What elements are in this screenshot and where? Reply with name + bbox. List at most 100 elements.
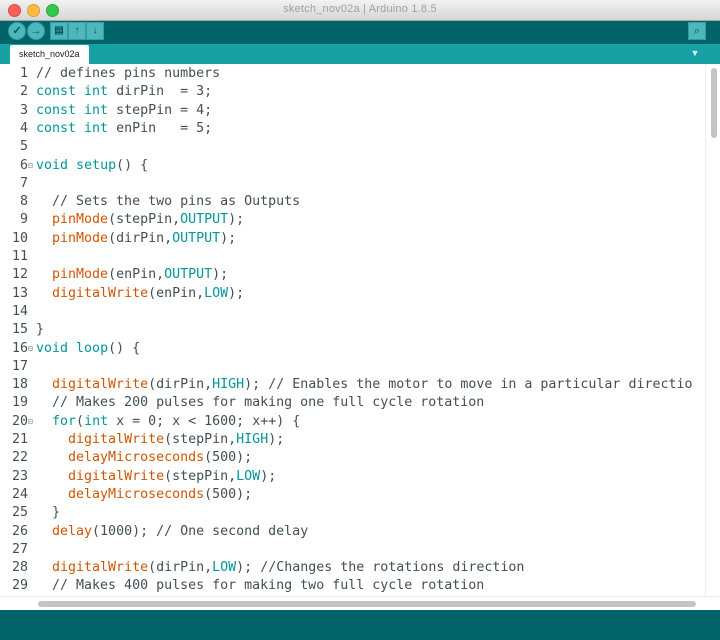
line-number: 3 xyxy=(19,102,28,118)
code-line: 18 digitalWrite(dirPin,HIGH); // Enables… xyxy=(0,376,693,394)
code-line: 5 xyxy=(0,138,36,156)
code-token: // defines pins numbers xyxy=(36,66,221,81)
code-token: HIGH xyxy=(236,432,269,447)
code-token: x = 0; x < 1600; x++) { xyxy=(108,413,301,429)
code-token: (enPin, xyxy=(108,267,165,283)
code-token: pinMode xyxy=(52,230,109,246)
code-token: delayMicroseconds xyxy=(68,486,205,502)
code-token: const xyxy=(36,84,77,100)
line-number: 23 xyxy=(11,468,28,484)
tab-menu-button[interactable]: ▼ xyxy=(688,47,702,60)
code-token: for xyxy=(52,413,77,429)
code-token: const xyxy=(36,102,77,118)
line-number: 2 xyxy=(19,84,28,100)
code-token: digitalWrite xyxy=(68,432,165,447)
code-token: (enPin, xyxy=(148,285,205,301)
new-button[interactable]: ▤ xyxy=(50,22,68,40)
code-token: (500); xyxy=(204,486,253,502)
line-number: 16 xyxy=(11,340,28,356)
vertical-scroll-thumb[interactable] xyxy=(711,68,717,138)
tab-sketch[interactable]: sketch_nov02a xyxy=(10,45,89,64)
code-line: 7 xyxy=(0,175,36,193)
code-token: LOW xyxy=(212,560,237,576)
line-number: 29 xyxy=(11,578,28,594)
code-token: ); xyxy=(228,212,245,228)
code-token: digitalWrite xyxy=(68,468,165,484)
status-bar xyxy=(0,610,720,640)
code-token: ); xyxy=(244,377,269,393)
code-line: 24 delayMicroseconds(500); xyxy=(0,486,252,504)
code-line: 17 xyxy=(0,358,36,376)
upload-button[interactable]: → xyxy=(27,22,45,40)
line-number: 22 xyxy=(11,450,28,466)
code-line: 29 // Makes 400 pulses for making two fu… xyxy=(0,577,484,595)
line-number: 1 xyxy=(19,66,28,81)
fold-toggle-icon[interactable]: ⊟ xyxy=(28,340,36,358)
toolbar: ✓ → ▤ ↑ ↓ ⌕ xyxy=(0,21,720,44)
code-line: 6⊟ void setup() { xyxy=(0,157,148,175)
line-number: 17 xyxy=(11,358,28,374)
code-token: int xyxy=(84,84,109,100)
verify-button[interactable]: ✓ xyxy=(8,22,26,40)
code-token: digitalWrite xyxy=(52,560,149,576)
code-token: // Sets the two pins as Outputs xyxy=(36,194,301,210)
line-number: 25 xyxy=(11,505,28,521)
code-token: enPin = 5; xyxy=(108,120,213,136)
line-number: 18 xyxy=(11,377,28,393)
line-number: 9 xyxy=(19,212,28,228)
code-line: 12 pinMode(enPin,OUTPUT); xyxy=(0,266,228,284)
fold-toggle-icon[interactable]: ⊟ xyxy=(28,157,36,175)
line-number: 14 xyxy=(11,303,28,319)
code-token: // Makes 200 pulses for making one full … xyxy=(36,395,485,411)
triangle-down-icon: ▼ xyxy=(690,48,700,58)
code-token: digitalWrite xyxy=(52,285,149,301)
code-token: LOW xyxy=(204,285,229,301)
line-number: 21 xyxy=(11,432,28,447)
code-line: 4 const int enPin = 5; xyxy=(0,120,212,138)
checkmark-icon: ✓ xyxy=(12,25,22,37)
code-token: (500); xyxy=(204,450,253,466)
code-token: // Makes 400 pulses for making two full … xyxy=(36,578,485,594)
fold-toggle-icon[interactable]: ⊟ xyxy=(28,413,36,431)
code-token: dirPin = 3; xyxy=(108,84,213,100)
horizontal-scrollbar[interactable] xyxy=(0,596,720,611)
code-token: () { xyxy=(108,340,141,356)
save-arrow-down-icon: ↓ xyxy=(92,25,98,36)
line-number: 11 xyxy=(11,249,28,264)
save-button[interactable]: ↓ xyxy=(86,22,104,40)
code-token: LOW xyxy=(236,468,261,484)
code-line: 16⊟ void loop() { xyxy=(0,340,140,358)
code-token: int xyxy=(84,120,109,136)
code-line: 13 digitalWrite(enPin,LOW); xyxy=(0,285,244,303)
line-number: 20 xyxy=(11,413,28,429)
code-token: pinMode xyxy=(52,212,109,228)
code-token: ); xyxy=(268,432,285,447)
horizontal-scroll-thumb[interactable] xyxy=(38,601,696,607)
code-editor[interactable]: 1 // defines pins numbers 2 const int dirPi… xyxy=(0,64,720,596)
code-line: 10 pinMode(dirPin,OUTPUT); xyxy=(0,230,236,248)
vertical-scrollbar[interactable] xyxy=(705,64,720,596)
code-token: (1000); xyxy=(92,523,157,539)
open-button[interactable]: ↑ xyxy=(68,22,86,40)
serial-monitor-button[interactable]: ⌕ xyxy=(688,22,706,40)
code-token: OUTPUT xyxy=(164,267,213,283)
line-number: 13 xyxy=(11,285,28,301)
code-token: ( xyxy=(76,413,85,429)
code-token: delayMicroseconds xyxy=(68,450,205,466)
code-token: //Changes the rotations direction xyxy=(260,560,525,576)
window-title: sketch_nov02a | Arduino 1.8.5 xyxy=(283,3,437,15)
open-arrow-up-icon: ↑ xyxy=(74,25,80,36)
magnifier-icon: ⌕ xyxy=(693,25,701,37)
